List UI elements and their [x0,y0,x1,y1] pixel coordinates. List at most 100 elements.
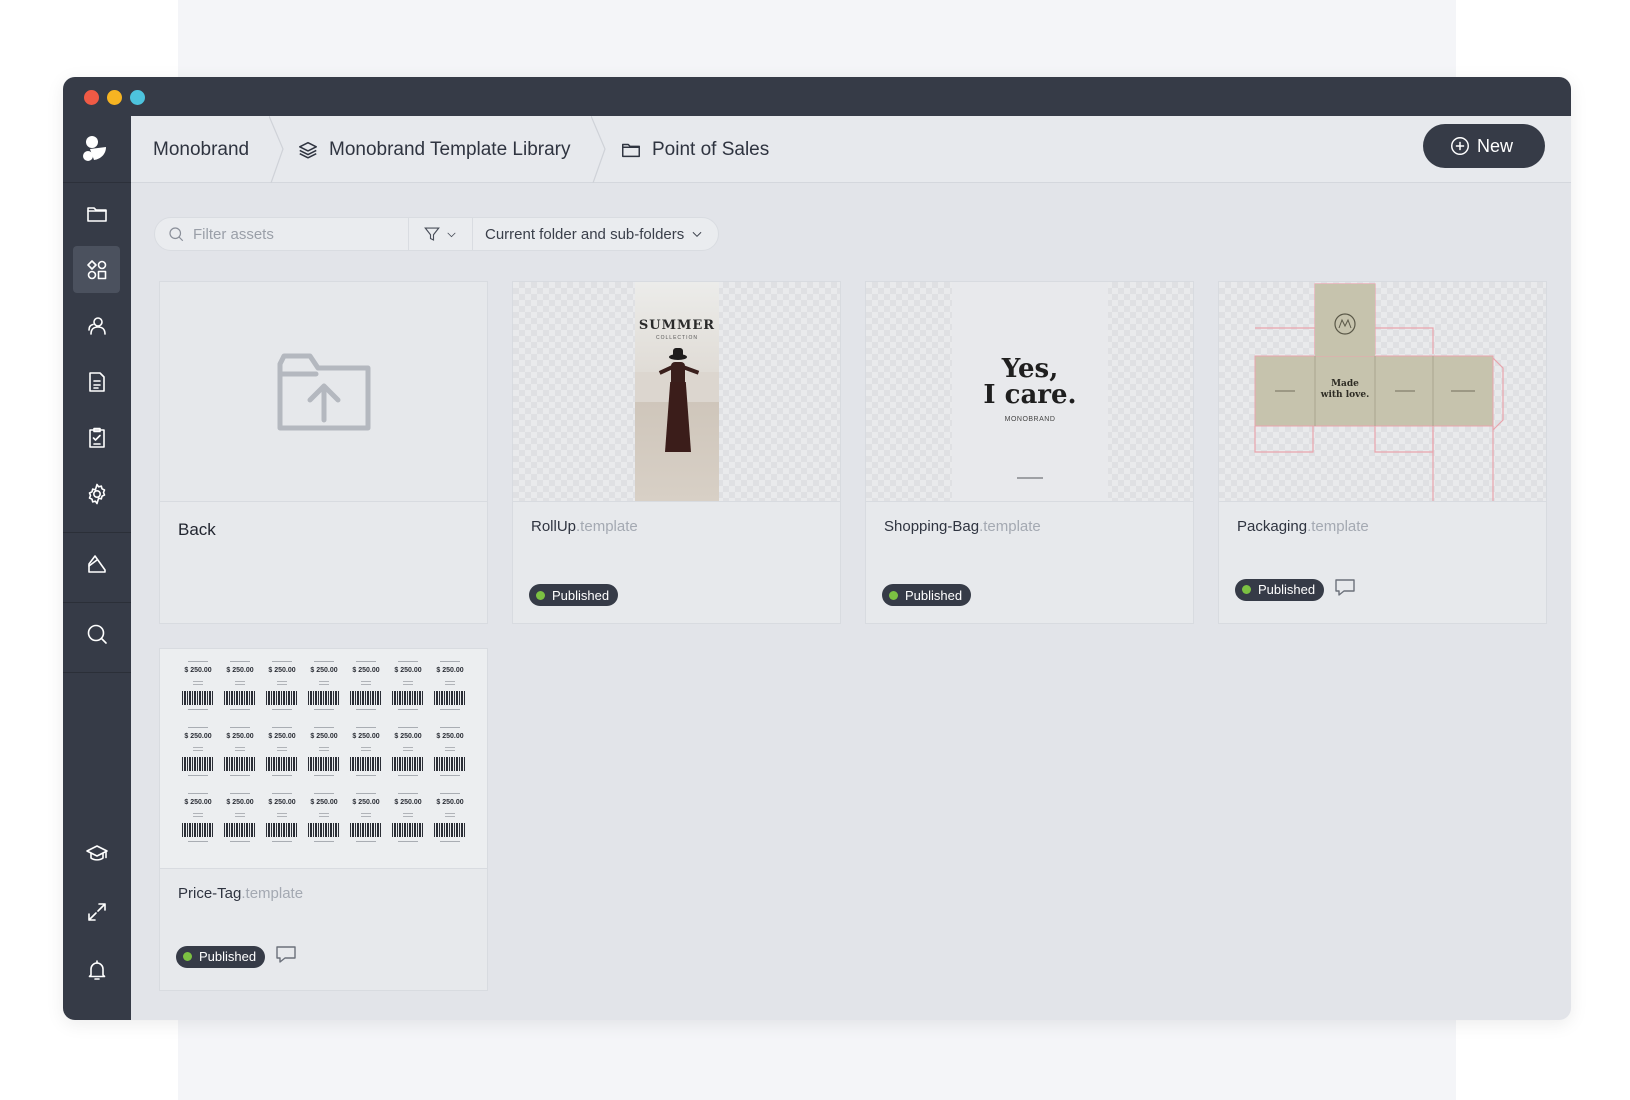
filter-type-dropdown[interactable] [409,218,473,250]
gear-icon [88,483,105,504]
price-tag: $ 250.00 [430,655,470,719]
minimize-window-button[interactable] [107,90,122,105]
preview-subline: COLLECTION [656,335,698,341]
sidebar-item-settings[interactable] [73,470,120,517]
price-tag-price: $ 250.00 [394,667,422,674]
breadcrumb-separator [590,115,611,184]
status-badge: Published [882,584,972,606]
shopping-bag-preview: Yes, I care. MONOBRAND [952,282,1108,501]
barcode [266,757,298,771]
price-tag: $ 250.00 [304,655,344,719]
filter-bar: Current folder and sub-folders [154,217,720,251]
status-label: Published [552,587,610,603]
close-window-button[interactable] [84,90,99,105]
price-tag: $ 250.00 [304,787,344,851]
breadcrumb-item-template-library[interactable]: Monobrand Template Library [297,116,571,183]
breadcrumb-item-point-of-sales[interactable]: Point of Sales [620,116,769,183]
logo-icon [83,136,106,161]
card-ext: .template [576,518,638,535]
app-logo[interactable] [63,116,131,183]
sidebar-item-documents[interactable] [73,358,120,405]
layers-icon [299,141,317,159]
filter-assets-input[interactable] [193,225,383,243]
status-badge: Published [529,584,619,606]
new-button-label: New [1476,135,1513,156]
preview-brand: MONOBRAND [1004,416,1056,423]
chart-icon [87,554,106,573]
shopping-bag-card[interactable]: Yes, I care. MONOBRAND Shopping-Bag.temp… [865,281,1194,624]
price-tag-price: $ 250.00 [226,667,254,674]
price-tag-price: $ 250.00 [352,667,380,674]
comment-icon[interactable] [1333,575,1357,604]
bell-icon [88,959,105,980]
barcode [308,691,340,705]
sidebar-item-assets[interactable] [73,190,120,237]
price-tag: $ 250.00 [262,721,302,785]
maximize-window-button[interactable] [130,90,145,105]
search-icon [169,227,184,242]
price-tag: $ 250.00 [346,655,386,719]
preview-line2: I care. [983,380,1077,410]
templates-icon [86,259,106,279]
barcode [308,823,340,837]
barcode [266,691,298,705]
card-meta: Published [1235,575,1357,604]
card-name: Packaging [1237,518,1308,535]
new-button[interactable]: New [1422,124,1545,168]
rollup-card[interactable]: SUMMER COLLECTION RollUp.template Publis… [512,281,841,624]
card-name: RollUp [531,518,577,535]
status-label: Published [905,587,963,603]
barcode [182,823,214,837]
status-label: Published [1258,582,1316,597]
price-tag-price: $ 250.00 [226,733,254,740]
scope-dropdown[interactable]: Current folder and sub-folders [473,218,718,250]
price-tag-price: $ 250.00 [352,799,380,806]
price-tag: $ 250.00 [388,721,428,785]
card-title: Packaging.template [1237,518,1369,535]
barcode [434,823,466,837]
price-tag: $ 250.00 [262,655,302,719]
packaging-card[interactable]: Made with love. Packaging.template Publi… [1218,281,1547,624]
funnel-icon [424,227,440,241]
sidebar-item-templates[interactable] [73,246,120,293]
sidebar-item-academy[interactable] [73,830,120,877]
barcode [392,823,424,837]
title-bar [63,77,1571,116]
comment-icon[interactable] [274,942,298,971]
preview-line1: Yes, [1001,354,1059,384]
barcode [350,691,382,705]
price-tag-price: $ 250.00 [226,799,254,806]
barcode [350,757,382,771]
sidebar-item-fullscreen[interactable] [73,888,120,935]
sidebar-item-users[interactable] [73,302,120,349]
academy-icon [85,844,108,861]
breadcrumb-item-monobrand[interactable]: Monobrand [153,116,249,183]
card-title: Back [178,520,216,539]
card-meta: Published [176,942,298,971]
filter-input-wrapper [155,218,409,250]
expand-icon [87,902,106,921]
price-tag-price: $ 250.00 [394,799,422,806]
price-tag: $ 250.00 [430,721,470,785]
barcode [350,823,382,837]
price-tag: $ 250.00 [388,655,428,719]
sidebar [63,116,131,1020]
card-name: Price-Tag [178,885,242,902]
sidebar-item-analytics[interactable] [73,540,120,587]
card-title: Shopping-Bag.template [884,518,1041,535]
sidebar-item-notifications[interactable] [73,946,120,993]
preview-text1: Made [1331,379,1359,389]
sidebar-divider [63,602,131,603]
back-card[interactable]: Back [159,281,488,624]
price-tag-price: $ 250.00 [436,799,464,806]
sidebar-item-search[interactable] [73,610,120,657]
barcode [308,757,340,771]
price-tag-card[interactable]: $ 250.00 $ 250.00 $ 250.00 $ 250.00 $ 250.00… [159,648,488,991]
price-tag-price: $ 250.00 [184,667,212,674]
card-name: Shopping-Bag [884,518,980,535]
sidebar-divider [63,532,131,533]
shopping-bag-thumbnail: Yes, I care. MONOBRAND [866,282,1193,502]
sidebar-item-tasks[interactable] [73,414,120,461]
price-tag: $ 250.00 [220,787,260,851]
card-title: Price-Tag.template [178,885,303,902]
